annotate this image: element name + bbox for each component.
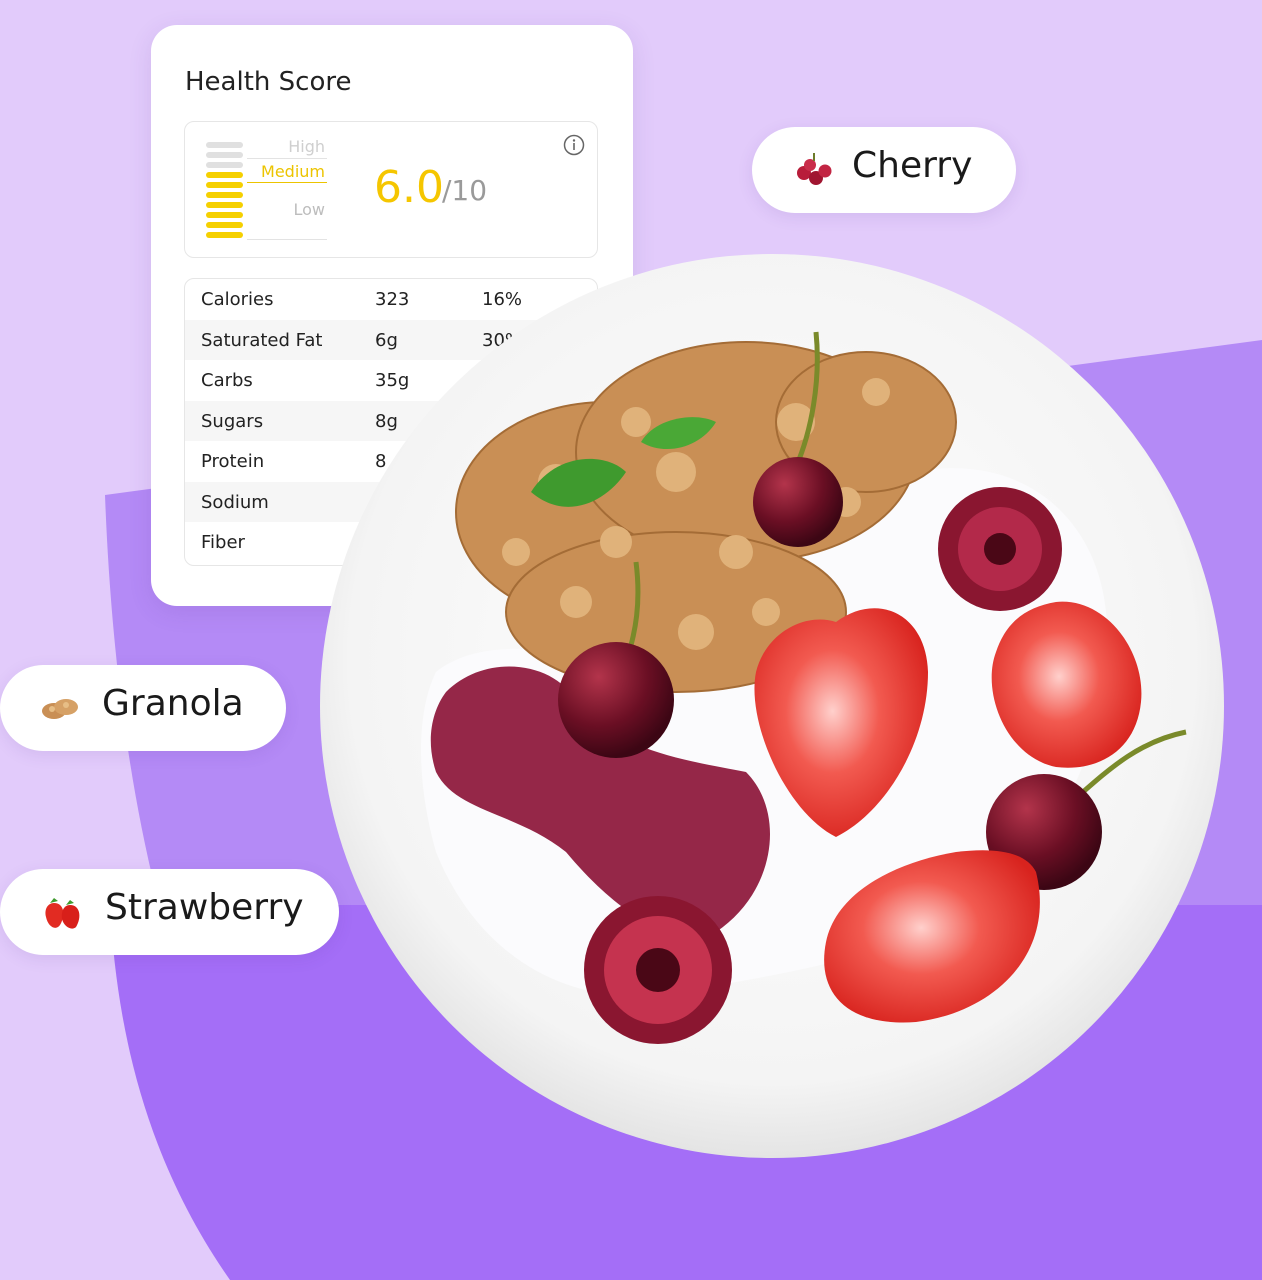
- tag-strawberry-label: Strawberry: [105, 887, 304, 928]
- nutrient-name: Saturated Fat: [201, 329, 323, 351]
- tag-cherry-label: Cherry: [852, 145, 973, 186]
- tag-granola-label: Granola: [102, 683, 244, 724]
- health-score-max: /10: [442, 174, 488, 207]
- meter-segment: [206, 232, 243, 238]
- tag-strawberry[interactable]: Strawberry: [0, 869, 339, 955]
- meter-segment: [206, 222, 243, 228]
- health-score-value: 6.0: [374, 162, 444, 213]
- tag-granola[interactable]: Granola: [0, 665, 286, 751]
- strawberry-icon: [45, 898, 80, 929]
- nutrient-name: Sugars: [201, 410, 264, 432]
- level-divider: [247, 239, 327, 240]
- health-score-panel: High Medium Low 6.0 /10: [184, 121, 598, 258]
- health-meter: [206, 142, 246, 242]
- nutrient-name: Carbs: [201, 370, 253, 391]
- level-divider-active: [247, 182, 327, 183]
- level-low-label: Low: [293, 200, 325, 219]
- level-medium-label: Medium: [261, 162, 325, 181]
- meter-segment: [206, 182, 243, 188]
- nutrient-name: Fiber: [201, 532, 245, 553]
- health-score-title: Health Score: [185, 67, 352, 97]
- nutrient-name: Protein: [201, 451, 265, 472]
- granola-icon: [42, 699, 78, 719]
- food-plate-image: [320, 254, 1224, 1158]
- nutrient-name: Sodium: [201, 491, 269, 513]
- level-divider: [247, 158, 327, 159]
- nutrient-name: Calories: [201, 289, 274, 310]
- info-icon[interactable]: [563, 134, 585, 156]
- level-high-label: High: [288, 137, 325, 156]
- meter-segment: [206, 192, 243, 198]
- cherry-icon: [797, 153, 832, 185]
- tag-cherry[interactable]: Cherry: [752, 127, 1016, 213]
